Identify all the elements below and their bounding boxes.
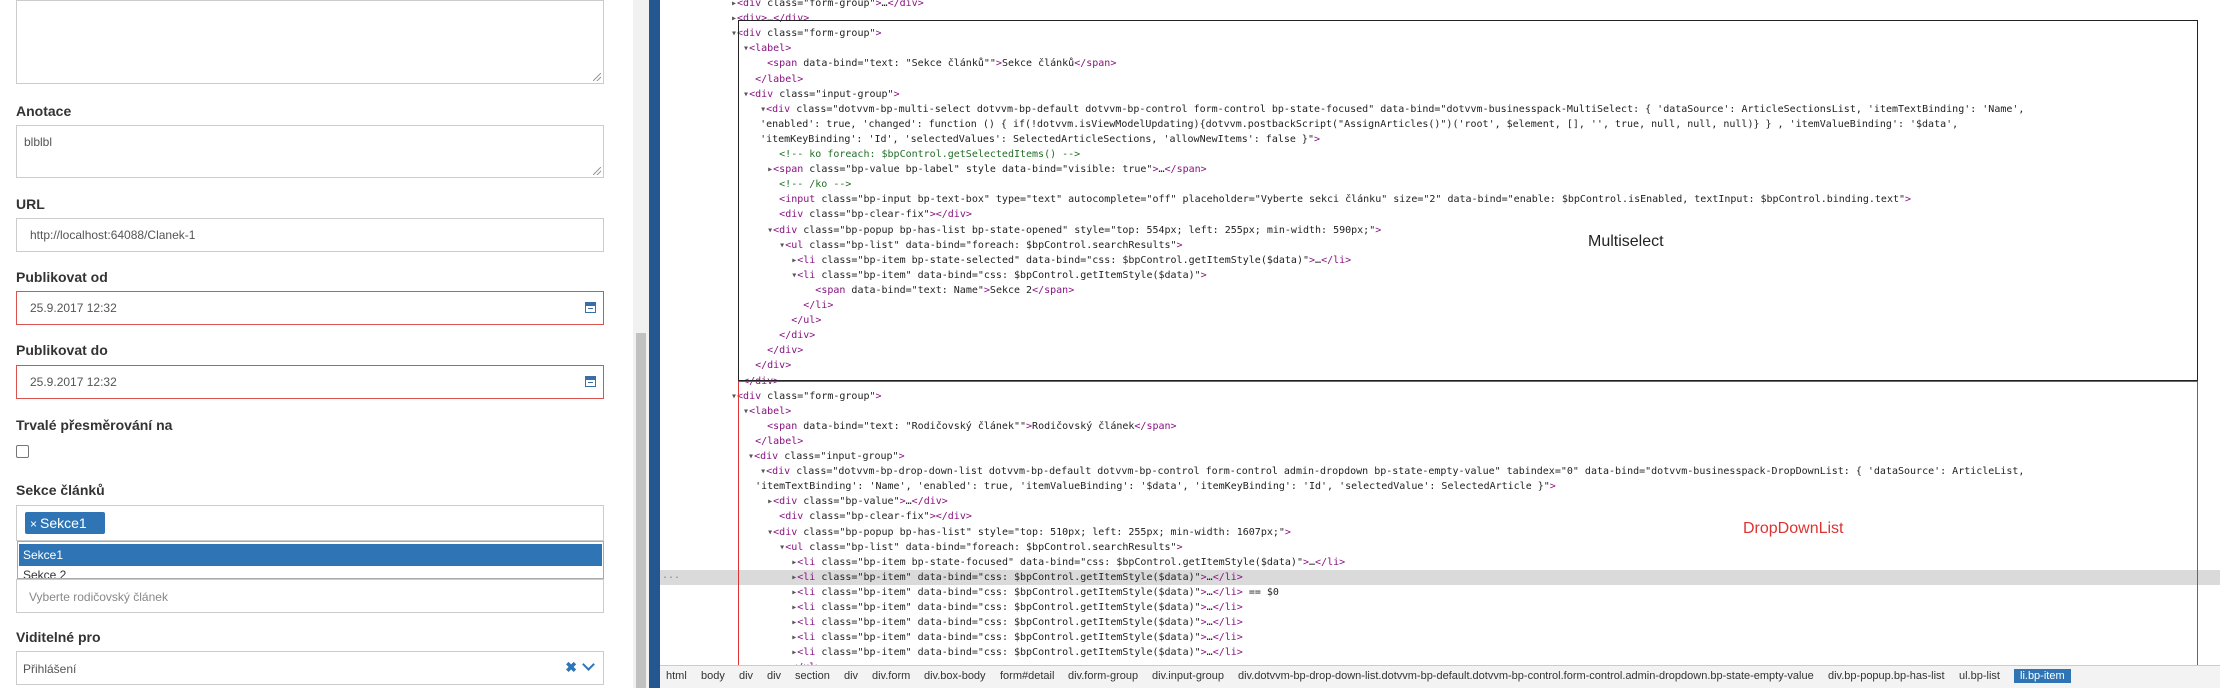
ellipsis-icon[interactable]: ... (662, 570, 680, 581)
trvale-checkbox[interactable] (16, 445, 29, 458)
sekce-multiselect[interactable]: × Sekce1 (16, 505, 604, 541)
dropdownlist-annotation-box (738, 381, 2198, 671)
breadcrumb-item[interactable]: div.dotvvm-bp-drop-down-list.dotvvm-bp-d… (1238, 670, 1814, 682)
sekce-tag-label: Sekce1 (40, 515, 87, 531)
viditelne-label: Viditelné pro (16, 629, 101, 645)
rodic-dropdown[interactable]: Vyberte rodičovský článek (16, 579, 604, 613)
multiselect-annotation-box (738, 20, 2198, 381)
publikovat-do-label: Publikovat do (16, 342, 108, 358)
sekce-popup: Sekce1 Sekce 2 (17, 541, 604, 579)
breadcrumb-item[interactable]: div (767, 670, 781, 682)
dom-tree-line[interactable]: ▸<div class="form-group">…</div> (660, 0, 2220, 11)
dom-tree-line-text: ▸<div class="form-group">…</div> (731, 0, 924, 9)
form-pane: Anotace blblbl URL http://localhost:6408… (0, 0, 633, 688)
publikovat-do-field[interactable]: 25.9.2017 12:32 (16, 365, 604, 399)
textarea-top[interactable] (16, 0, 604, 84)
trvale-label: Trvalé přesměrování na (16, 417, 173, 433)
publikovat-od-field[interactable]: 25.9.2017 12:32 (16, 291, 604, 325)
calendar-icon[interactable] (585, 376, 596, 387)
dropdownlist-annotation: DropDownList (1743, 520, 1844, 537)
breadcrumb-item[interactable]: ul.bp-list (1959, 670, 2000, 682)
resize-grip-icon[interactable] (593, 73, 601, 81)
breadcrumb-item[interactable]: div.box-body (924, 670, 986, 682)
list-item[interactable]: Sekce1 (19, 544, 602, 566)
url-label: URL (16, 196, 45, 212)
scrollbar-thumb[interactable] (636, 333, 646, 688)
breadcrumb-item[interactable]: div.input-group (1152, 670, 1224, 682)
anotace-value: blblbl (24, 135, 53, 149)
anotace-textarea[interactable]: blblbl (16, 125, 604, 178)
pane-splitter[interactable] (649, 0, 660, 688)
publikovat-od-value: 25.9.2017 12:32 (30, 301, 117, 315)
publikovat-do-value: 25.9.2017 12:32 (30, 375, 117, 389)
breadcrumb: html body div div section div div.form div.box-… (660, 665, 2220, 688)
sekce-label: Sekce článků (16, 482, 105, 498)
breadcrumb-item[interactable]: body (701, 670, 725, 682)
clear-icon[interactable]: ✖ (565, 659, 577, 676)
anotace-label: Anotace (16, 103, 72, 119)
left-scrollbar[interactable] (633, 0, 649, 688)
publikovat-od-label: Publikovat od (16, 269, 108, 285)
breadcrumb-item[interactable]: html (666, 670, 687, 682)
viditelne-value: Přihlášení (23, 662, 77, 676)
breadcrumb-item[interactable]: li.bp-item (2014, 669, 2071, 683)
multiselect-annotation: Multiselect (1588, 233, 1664, 250)
breadcrumb-item[interactable]: form#detail (1000, 670, 1054, 682)
viditelne-dropdown[interactable]: Přihlášení ✖ (16, 651, 604, 685)
url-field[interactable]: http://localhost:64088/Clanek-1 (16, 218, 604, 252)
breadcrumb-item[interactable]: div.form-group (1068, 670, 1138, 682)
breadcrumb-item[interactable]: div (739, 670, 753, 682)
breadcrumb-item[interactable]: section (795, 670, 830, 682)
list-item[interactable]: Sekce 2 (19, 564, 602, 578)
chevron-down-icon[interactable] (582, 658, 595, 671)
remove-tag-icon[interactable]: × (30, 517, 37, 531)
sekce-tag: × Sekce1 (25, 512, 105, 534)
breadcrumb-item[interactable]: div.form (872, 670, 910, 682)
resize-grip-icon[interactable] (593, 167, 601, 175)
rodic-placeholder: Vyberte rodičovský článek (29, 590, 168, 604)
calendar-icon[interactable] (585, 302, 596, 313)
breadcrumb-item[interactable]: div.bp-popup.bp-has-list (1828, 670, 1945, 682)
breadcrumb-item[interactable]: div (844, 670, 858, 682)
